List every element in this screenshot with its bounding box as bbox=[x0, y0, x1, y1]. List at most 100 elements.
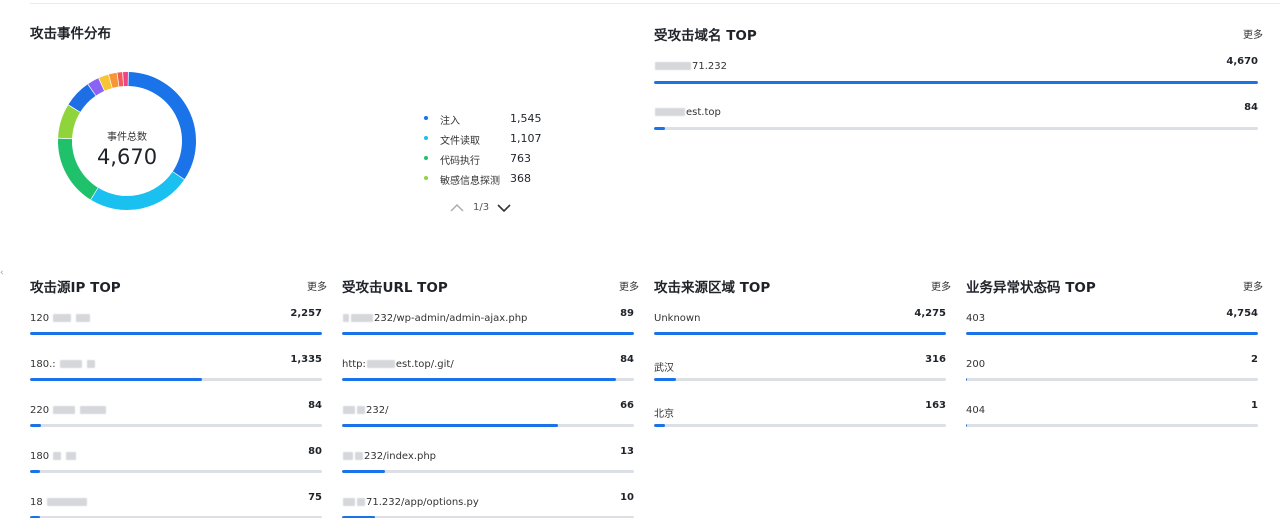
row-label-text: 武汉 bbox=[654, 363, 674, 374]
redacted-block bbox=[366, 360, 395, 368]
ip-top-title: 攻击源IP TOP bbox=[30, 280, 121, 296]
chevron-up-icon[interactable] bbox=[450, 203, 464, 213]
domain-row-fill bbox=[654, 81, 1258, 84]
status-row[interactable]: 403 4,754 bbox=[966, 308, 1258, 338]
row-bar bbox=[654, 378, 946, 381]
row-bar bbox=[654, 332, 946, 335]
row-bar bbox=[966, 332, 1258, 335]
row-label: 武汉 bbox=[654, 359, 674, 374]
domain-row-label: est.top bbox=[654, 107, 721, 118]
donut-segment[interactable] bbox=[58, 105, 81, 139]
row-value: 1 bbox=[1251, 400, 1258, 411]
ip-row[interactable]: 18 75 bbox=[30, 492, 322, 518]
status-top-title: 业务异常状态码 TOP bbox=[966, 280, 1096, 296]
row-label-text: 220 bbox=[30, 405, 50, 416]
row-value: 13 bbox=[620, 446, 634, 457]
domain-row-value: 84 bbox=[1244, 102, 1258, 113]
donut-center-value: 4,670 bbox=[96, 145, 158, 169]
row-value: 316 bbox=[925, 354, 946, 365]
row-label: 120 bbox=[30, 313, 91, 324]
legend-dot bbox=[424, 176, 428, 180]
row-bar bbox=[342, 424, 634, 427]
row-value: 75 bbox=[308, 492, 322, 503]
row-bar-fill bbox=[30, 332, 322, 335]
row-bar-fill bbox=[30, 378, 203, 381]
legend-value: 368 bbox=[510, 172, 531, 185]
row-value: 4,275 bbox=[914, 308, 946, 319]
row-label-text: Unknown bbox=[654, 313, 701, 324]
row-value: 163 bbox=[925, 400, 946, 411]
status-more-link[interactable]: 更多 bbox=[1243, 278, 1263, 293]
donut-segment[interactable] bbox=[91, 171, 185, 210]
row-bar-fill bbox=[654, 424, 666, 427]
row-label-text: 403 bbox=[966, 313, 986, 324]
row-label-prefix: http: bbox=[342, 359, 366, 370]
row-label: 180 bbox=[30, 451, 77, 462]
ip-row[interactable]: 180 80 bbox=[30, 446, 322, 476]
row-label-text: 北京 bbox=[654, 409, 674, 420]
redacted-block bbox=[351, 314, 373, 322]
domain-more-link[interactable]: 更多 bbox=[1243, 26, 1263, 41]
redacted-block bbox=[53, 452, 62, 460]
status-row[interactable]: 404 1 bbox=[966, 400, 1258, 430]
redacted-block bbox=[80, 406, 107, 414]
domain-row-label: 71.232 bbox=[654, 61, 727, 72]
redacted-block bbox=[343, 406, 355, 414]
row-value: 89 bbox=[620, 308, 634, 319]
donut-segment[interactable] bbox=[108, 72, 119, 88]
domain-row-value: 4,670 bbox=[1226, 56, 1258, 67]
donut-segment[interactable] bbox=[99, 74, 113, 91]
row-bar-fill bbox=[654, 378, 676, 381]
region-more-link[interactable]: 更多 bbox=[931, 278, 951, 293]
domain-row-bar bbox=[654, 81, 1258, 84]
status-row[interactable]: 200 2 bbox=[966, 354, 1258, 384]
url-more-link[interactable]: 更多 bbox=[619, 278, 639, 293]
row-label-text: 232/ bbox=[366, 405, 389, 416]
url-row[interactable]: 232/wp-admin/admin-ajax.php 89 bbox=[342, 308, 634, 338]
url-row[interactable]: 232/66 bbox=[342, 400, 634, 430]
ip-more-link[interactable]: 更多 bbox=[307, 278, 327, 293]
row-label: 232/ bbox=[342, 405, 388, 416]
row-value: 84 bbox=[620, 354, 634, 365]
row-bar bbox=[30, 424, 322, 427]
redacted-block bbox=[343, 498, 355, 506]
legend-dot bbox=[424, 136, 428, 140]
domain-row[interactable]: est.top 84 bbox=[654, 102, 1258, 132]
redacted-block bbox=[53, 314, 72, 322]
event-dist-title: 攻击事件分布 bbox=[30, 26, 111, 42]
ip-row[interactable]: 120 2,257 bbox=[30, 308, 322, 338]
redacted-block bbox=[66, 452, 77, 460]
url-row[interactable]: 71.232/app/options.py 10 bbox=[342, 492, 634, 518]
row-label: 北京 bbox=[654, 405, 674, 420]
row-value: 84 bbox=[308, 400, 322, 411]
collapse-handle-icon[interactable]: ‹ bbox=[0, 268, 6, 282]
donut-segment[interactable] bbox=[68, 84, 96, 113]
row-bar-fill bbox=[966, 332, 1258, 335]
domain-row[interactable]: 71.232 4,670 bbox=[654, 56, 1258, 86]
row-bar bbox=[342, 470, 634, 473]
row-bar-fill bbox=[342, 470, 385, 473]
row-label: 232/index.php bbox=[342, 451, 436, 462]
legend-name: 文件读取 bbox=[440, 136, 480, 147]
row-value: 66 bbox=[620, 400, 634, 411]
url-top-title: 受攻击URL TOP bbox=[342, 280, 448, 296]
chevron-down-icon[interactable] bbox=[497, 203, 511, 213]
ip-row[interactable]: 220 84 bbox=[30, 400, 322, 430]
row-bar-fill bbox=[966, 378, 967, 381]
ip-row[interactable]: 180.: 1,335 bbox=[30, 354, 322, 384]
row-bar-fill bbox=[654, 332, 946, 335]
url-row[interactable]: http: est.top/.git/84 bbox=[342, 354, 634, 384]
row-bar bbox=[30, 470, 322, 473]
url-row[interactable]: 232/index.php 13 bbox=[342, 446, 634, 476]
legend-value: 1,545 bbox=[510, 112, 542, 125]
domain-top-title: 受攻击域名 TOP bbox=[654, 28, 757, 44]
legend-name: 注入 bbox=[440, 116, 460, 127]
row-bar bbox=[30, 332, 322, 335]
region-row[interactable]: Unknown 4,275 bbox=[654, 308, 946, 338]
donut-segment[interactable] bbox=[88, 78, 105, 96]
region-row[interactable]: 北京 163 bbox=[654, 400, 946, 430]
row-label: 18 bbox=[30, 497, 88, 508]
row-label: 220 bbox=[30, 405, 107, 416]
region-row[interactable]: 武汉 316 bbox=[654, 354, 946, 384]
row-value: 2,257 bbox=[290, 308, 322, 319]
